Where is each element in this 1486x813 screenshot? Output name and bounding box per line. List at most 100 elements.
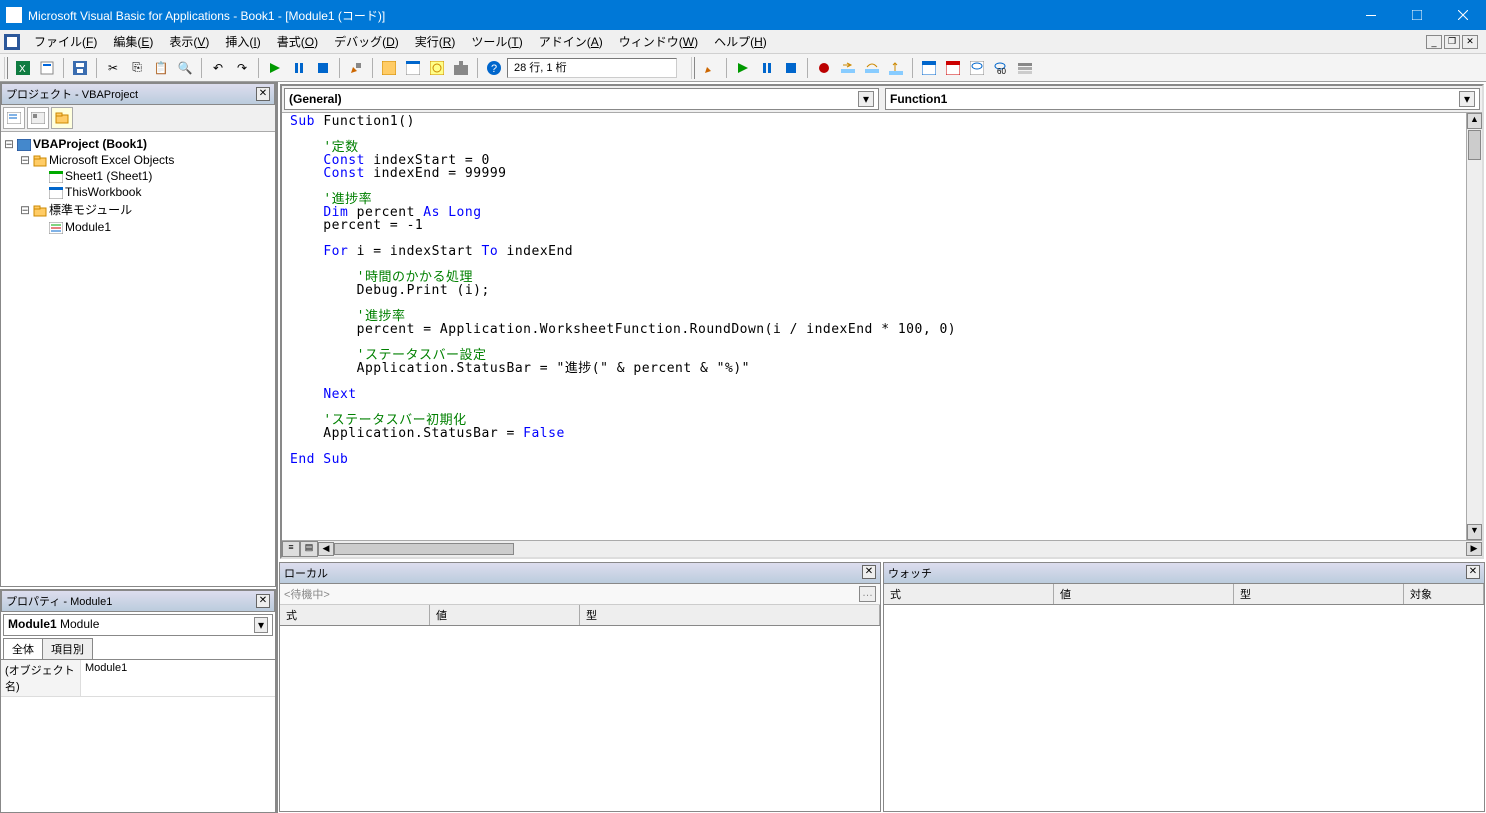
- project-root[interactable]: VBAProject (Book1): [33, 137, 147, 151]
- edit-toggle-button[interactable]: [699, 57, 721, 79]
- toolbox-button[interactable]: [450, 57, 472, 79]
- watch-window-button[interactable]: [966, 57, 988, 79]
- mdi-minimize-button[interactable]: _: [1426, 35, 1442, 49]
- locals-context-button[interactable]: …: [859, 586, 876, 602]
- step-over-button[interactable]: [861, 57, 883, 79]
- properties-object-select[interactable]: Module1 Module ▾: [3, 614, 273, 636]
- tree-sheet1[interactable]: Sheet1 (Sheet1): [65, 169, 152, 183]
- watch-title: ウォッチ: [888, 565, 932, 581]
- step-into-button[interactable]: [837, 57, 859, 79]
- mdi-restore-button[interactable]: ❐: [1444, 35, 1460, 49]
- redo-button[interactable]: ↷: [231, 57, 253, 79]
- vertical-scrollbar[interactable]: ▲ ▼: [1466, 113, 1482, 540]
- watch-col-target[interactable]: 対象: [1404, 584, 1484, 604]
- help-button[interactable]: ?: [483, 57, 505, 79]
- watch-col-value[interactable]: 値: [1054, 584, 1234, 604]
- scroll-thumb[interactable]: [1468, 130, 1481, 160]
- maximize-button[interactable]: [1394, 0, 1440, 30]
- quick-watch-button[interactable]: 60: [990, 57, 1012, 79]
- tree-folder-objects[interactable]: Microsoft Excel Objects: [49, 153, 174, 167]
- menu-挿入[interactable]: 挿入(I): [217, 31, 268, 52]
- view-excel-button[interactable]: X: [12, 57, 34, 79]
- locals-col-value[interactable]: 値: [430, 605, 580, 625]
- toggle-breakpoint-button[interactable]: [813, 57, 835, 79]
- run-button[interactable]: [264, 57, 286, 79]
- mdi-close-button[interactable]: ✕: [1462, 35, 1478, 49]
- paste-button[interactable]: 📋: [150, 57, 172, 79]
- insert-module-button[interactable]: [36, 57, 58, 79]
- copy-button[interactable]: ⎘: [126, 57, 148, 79]
- scroll-up-button[interactable]: ▲: [1467, 113, 1482, 129]
- watch-close-button[interactable]: ✕: [1466, 565, 1480, 579]
- procedure-combo[interactable]: Function1▾: [885, 88, 1480, 110]
- tab-alphabetic[interactable]: 全体: [3, 638, 43, 659]
- break-button[interactable]: [288, 57, 310, 79]
- code-view-controls: ≡ ▤ ◀ ▶: [282, 540, 1482, 557]
- find-button[interactable]: 🔍: [174, 57, 196, 79]
- close-button[interactable]: [1440, 0, 1486, 30]
- full-module-view-button[interactable]: ▤: [300, 541, 318, 557]
- horizontal-scrollbar[interactable]: ◀ ▶: [318, 541, 1482, 557]
- chevron-down-icon: ▾: [254, 617, 268, 633]
- object-browser-button[interactable]: [426, 57, 448, 79]
- call-stack-button[interactable]: [1014, 57, 1036, 79]
- menu-ウィンドウ[interactable]: ウィンドウ(W): [611, 31, 706, 52]
- tree-folder-modules[interactable]: 標準モジュール: [49, 203, 132, 217]
- watch-body[interactable]: [884, 605, 1484, 811]
- undo-button[interactable]: ↶: [207, 57, 229, 79]
- menu-表示[interactable]: 表示(V): [161, 31, 217, 52]
- chevron-down-icon: ▾: [1459, 91, 1475, 107]
- immediate-window-button[interactable]: [942, 57, 964, 79]
- toggle-folders-button[interactable]: [51, 107, 73, 129]
- scroll-down-button[interactable]: ▼: [1467, 524, 1482, 540]
- object-combo[interactable]: (General)▾: [284, 88, 879, 110]
- code-editor[interactable]: Sub Function1() '定数 Const indexStart = 0…: [282, 113, 1482, 540]
- locals-body[interactable]: [280, 626, 880, 811]
- project-explorer-header: プロジェクト - VBAProject ✕: [1, 83, 275, 105]
- prop-name-value[interactable]: Module1: [81, 660, 275, 696]
- project-explorer-button[interactable]: [378, 57, 400, 79]
- menu-実行[interactable]: 実行(R): [407, 31, 464, 52]
- menu-bar: ファイル(F)編集(E)表示(V)挿入(I)書式(O)デバッグ(D)実行(R)ツ…: [0, 30, 1486, 54]
- menu-ツール[interactable]: ツール(T): [463, 31, 530, 52]
- menu-書式[interactable]: 書式(O): [269, 31, 326, 52]
- code-window: (General)▾ Function1▾ Sub Function1() '定…: [280, 84, 1484, 559]
- toolbar-handle-2[interactable]: [691, 57, 695, 79]
- design-mode-button[interactable]: [345, 57, 367, 79]
- reset-2-button[interactable]: [780, 57, 802, 79]
- save-button[interactable]: [69, 57, 91, 79]
- main-toolbar: X ✂ ⎘ 📋 🔍 ↶ ↷ ? 28 行, 1 桁 60: [0, 54, 1486, 82]
- scroll-right-button[interactable]: ▶: [1466, 542, 1482, 556]
- properties-window-button[interactable]: [402, 57, 424, 79]
- break-2-button[interactable]: [756, 57, 778, 79]
- menu-ヘルプ[interactable]: ヘルプ(H): [706, 31, 775, 52]
- scroll-left-button[interactable]: ◀: [318, 542, 334, 556]
- project-explorer-close-button[interactable]: ✕: [256, 87, 270, 101]
- locals-window-button[interactable]: [918, 57, 940, 79]
- cut-button[interactable]: ✂: [102, 57, 124, 79]
- toolbar-handle[interactable]: [4, 57, 8, 79]
- step-out-button[interactable]: [885, 57, 907, 79]
- menu-デバッグ[interactable]: デバッグ(D): [326, 31, 407, 52]
- run-2-button[interactable]: [732, 57, 754, 79]
- tab-categorized[interactable]: 項目別: [42, 638, 93, 659]
- project-tree[interactable]: ⊟VBAProject (Book1) ⊟Microsoft Excel Obj…: [1, 132, 275, 586]
- tree-thisworkbook[interactable]: ThisWorkbook: [65, 185, 141, 199]
- properties-grid[interactable]: (オブジェクト名) Module1: [1, 660, 275, 812]
- properties-close-button[interactable]: ✕: [256, 594, 270, 608]
- view-object-button[interactable]: [27, 107, 49, 129]
- watch-col-type[interactable]: 型: [1234, 584, 1404, 604]
- watch-col-expr[interactable]: 式: [884, 584, 1054, 604]
- locals-close-button[interactable]: ✕: [862, 565, 876, 579]
- hscroll-thumb[interactable]: [334, 543, 514, 555]
- view-code-button[interactable]: [3, 107, 25, 129]
- menu-アドイン[interactable]: アドイン(A): [531, 31, 611, 52]
- tree-module1[interactable]: Module1: [65, 220, 111, 234]
- reset-button[interactable]: [312, 57, 334, 79]
- menu-ファイル[interactable]: ファイル(F): [26, 31, 105, 52]
- locals-col-expr[interactable]: 式: [280, 605, 430, 625]
- locals-col-type[interactable]: 型: [580, 605, 880, 625]
- menu-編集[interactable]: 編集(E): [105, 31, 161, 52]
- minimize-button[interactable]: [1348, 0, 1394, 30]
- procedure-view-button[interactable]: ≡: [282, 541, 300, 557]
